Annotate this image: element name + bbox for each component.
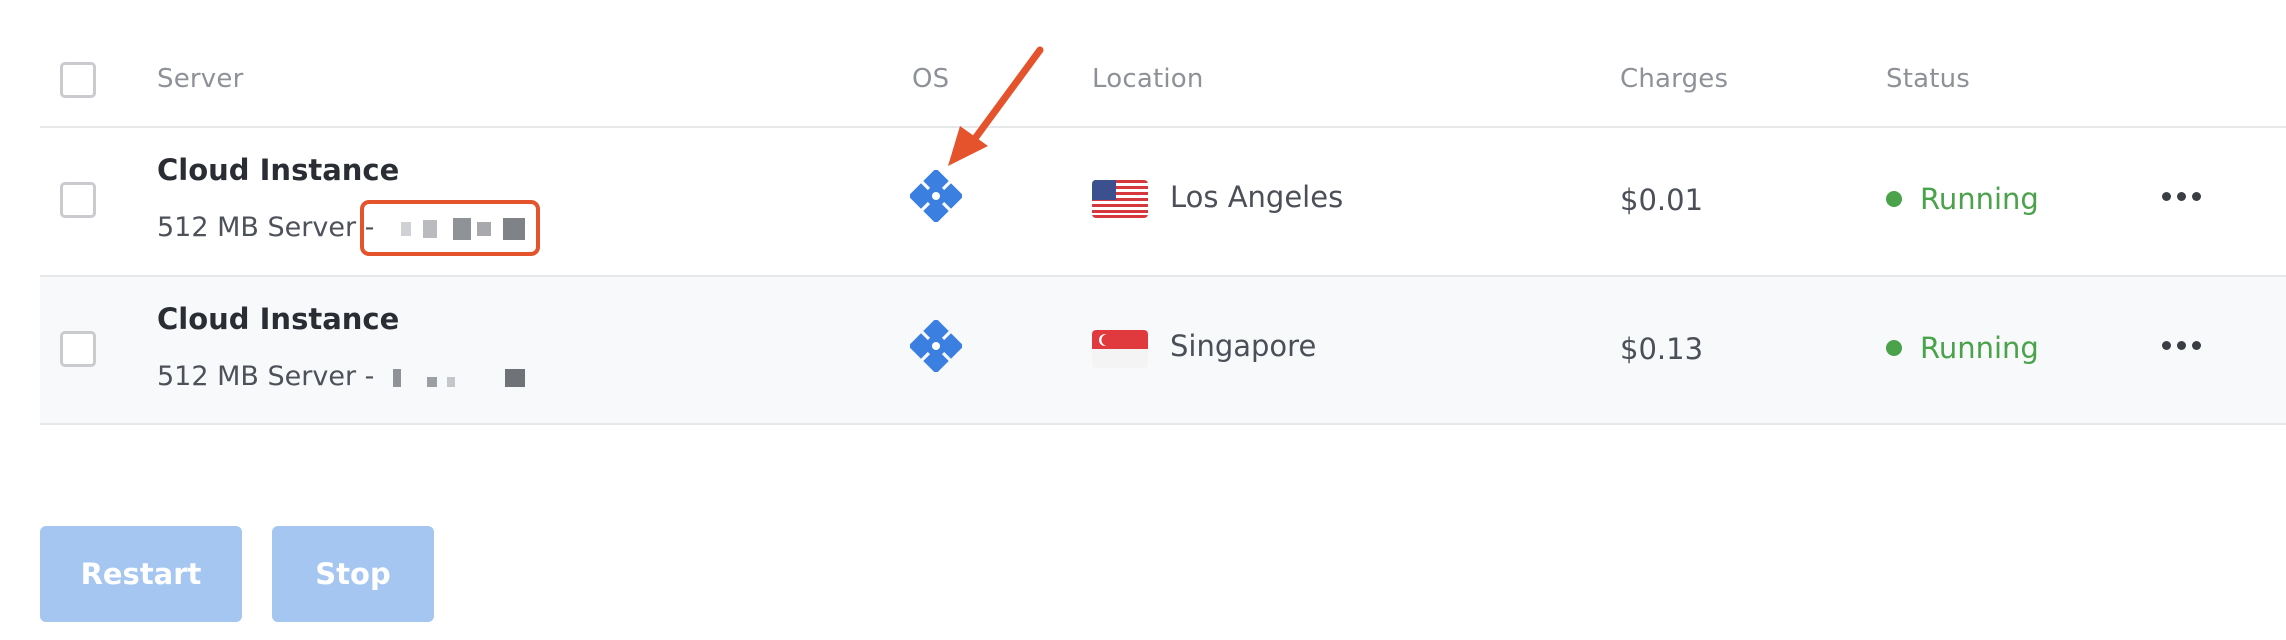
column-header-location: Location bbox=[1092, 64, 1204, 94]
row-checkbox[interactable] bbox=[60, 182, 96, 218]
header-divider bbox=[40, 126, 2286, 128]
instance-subtitle: 512 MB Server - bbox=[157, 361, 553, 393]
row-divider bbox=[40, 275, 2286, 277]
instance-plan: 512 MB Server - bbox=[157, 212, 383, 243]
more-actions-icon[interactable] bbox=[2162, 338, 2202, 354]
select-all-checkbox[interactable] bbox=[60, 62, 96, 98]
redacted-ip-address bbox=[383, 363, 553, 393]
instance-plan: 512 MB Server - bbox=[157, 361, 383, 392]
os-logo-icon bbox=[910, 170, 962, 222]
annotation-highlight-box bbox=[360, 200, 540, 256]
location-text: Los Angeles bbox=[1170, 180, 1344, 214]
status-text: Running bbox=[1920, 331, 2039, 365]
row-checkbox[interactable] bbox=[60, 331, 96, 367]
column-header-server: Server bbox=[157, 64, 244, 94]
instance-title[interactable]: Cloud Instance bbox=[157, 302, 399, 336]
charges-value: $0.13 bbox=[1620, 332, 1704, 366]
stop-button[interactable]: Stop bbox=[272, 526, 434, 622]
location-text: Singapore bbox=[1170, 329, 1317, 363]
status-text: Running bbox=[1920, 182, 2039, 216]
more-actions-icon[interactable] bbox=[2162, 189, 2202, 205]
column-header-status: Status bbox=[1886, 64, 1971, 94]
sg-flag-icon bbox=[1092, 330, 1148, 368]
column-header-os: OS bbox=[912, 64, 950, 94]
os-logo-icon bbox=[910, 320, 962, 372]
us-flag-icon bbox=[1092, 180, 1148, 218]
restart-button[interactable]: Restart bbox=[40, 526, 242, 622]
column-header-charges: Charges bbox=[1620, 64, 1729, 94]
status-dot bbox=[1886, 340, 1902, 356]
status-dot bbox=[1886, 191, 1902, 207]
charges-value: $0.01 bbox=[1620, 183, 1704, 217]
instance-title[interactable]: Cloud Instance bbox=[157, 153, 399, 187]
row-divider bbox=[40, 423, 2286, 425]
